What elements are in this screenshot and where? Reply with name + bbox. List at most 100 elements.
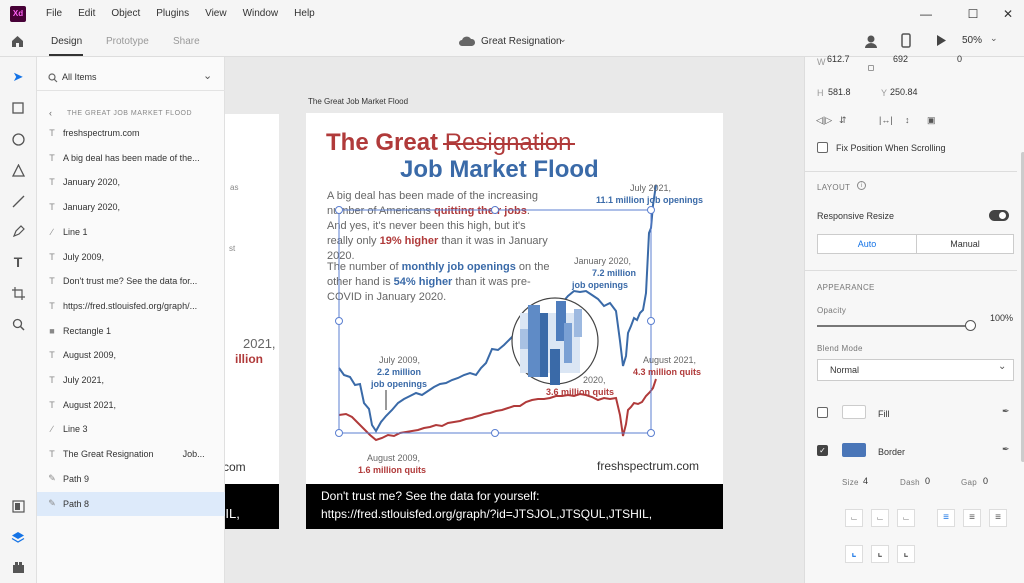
- tab-share[interactable]: Share: [173, 36, 200, 47]
- select-tool-icon[interactable]: ➤: [10, 69, 26, 85]
- info-icon[interactable]: i: [857, 181, 866, 190]
- back-chevron-icon[interactable]: ‹: [49, 108, 52, 118]
- canvas[interactable]: as st 2021, illion n.com HIL, The Great …: [225, 57, 804, 583]
- menu-object[interactable]: Object: [111, 8, 140, 19]
- ellipse-tool-icon[interactable]: [10, 131, 26, 147]
- menu-bar: Xd File Edit Object Plugins View Window …: [0, 0, 1024, 27]
- partial-artboard[interactable]: as st 2021, illion n.com HIL,: [225, 114, 279, 529]
- stroke-outside-icon[interactable]: ≡: [989, 509, 1007, 527]
- border-swatch[interactable]: [842, 443, 866, 457]
- stroke-cap-butt-icon[interactable]: ⌙: [845, 509, 863, 527]
- layer-item-label: January 2020,: [63, 202, 121, 213]
- assets-icon[interactable]: [10, 498, 26, 514]
- text-layer-icon: T: [49, 399, 55, 410]
- layer-item[interactable]: Tfreshspectrum.com: [37, 121, 225, 145]
- minimize-icon[interactable]: —: [906, 0, 946, 27]
- layer-filter[interactable]: All Items: [62, 72, 97, 82]
- tab-design[interactable]: Design: [51, 36, 82, 47]
- layer-item[interactable]: ∕ Line 3: [37, 417, 225, 441]
- fill-swatch[interactable]: [842, 405, 866, 419]
- layer-item[interactable]: T Don't trust me? See the data for...: [37, 269, 225, 293]
- zoom-level[interactable]: 50%: [962, 35, 982, 46]
- join-round-icon[interactable]: ⌞: [871, 545, 889, 563]
- h-label: H: [817, 88, 824, 98]
- h-value[interactable]: 581.8: [828, 87, 851, 97]
- plugins-icon[interactable]: [10, 559, 26, 575]
- flip-horizontal-icon[interactable]: ◁|▷: [816, 115, 832, 126]
- tab-prototype[interactable]: Prototype: [106, 36, 149, 47]
- auto-option[interactable]: Auto: [818, 235, 916, 253]
- layer-item[interactable]: T January 2020,: [37, 170, 225, 194]
- menu-plugins[interactable]: Plugins: [156, 8, 189, 19]
- lock-ratio-icon[interactable]: [868, 65, 874, 71]
- layer-item[interactable]: T January 2020,: [37, 195, 225, 219]
- layer-item[interactable]: ■ Rectangle 1: [37, 319, 225, 343]
- stroke-inside-icon[interactable]: ≡: [937, 509, 955, 527]
- close-icon[interactable]: ✕: [988, 0, 1024, 27]
- artboard-tool-icon[interactable]: [10, 285, 26, 301]
- layer-item[interactable]: T A big deal has been made of the...: [37, 146, 225, 170]
- layers-icon[interactable]: [10, 529, 26, 545]
- opacity-slider-handle[interactable]: [965, 320, 976, 331]
- size-value[interactable]: 4: [863, 476, 868, 486]
- maximize-icon[interactable]: ☐: [953, 0, 993, 27]
- layer-item[interactable]: T July 2009,: [37, 245, 225, 269]
- rectangle-tool-icon[interactable]: [10, 100, 26, 116]
- document-title[interactable]: Great Resignation: [481, 36, 562, 47]
- eyedropper-icon[interactable]: ✒: [1002, 444, 1010, 455]
- stroke-cap-square-icon[interactable]: ⌙: [897, 509, 915, 527]
- stroke-center-icon[interactable]: ≡: [963, 509, 981, 527]
- join-bevel-icon[interactable]: ⌞: [897, 545, 915, 563]
- main-artboard[interactable]: The Great Resignation Job Market Flood A…: [306, 113, 723, 529]
- distribute-horizontal-icon[interactable]: |↔|: [879, 115, 893, 125]
- home-icon[interactable]: [10, 34, 25, 49]
- flip-vertical-icon[interactable]: ⇵: [839, 115, 847, 126]
- layer-item[interactable]: Thttps://fred.stlouisfed.org/graph/...: [37, 294, 225, 318]
- stroke-cap-round-icon[interactable]: ⌙: [871, 509, 889, 527]
- layer-item-label: August 2021,: [63, 399, 117, 410]
- opacity-value[interactable]: 100%: [990, 313, 1013, 323]
- play-icon[interactable]: [935, 34, 947, 47]
- responsive-resize-toggle[interactable]: [989, 210, 1009, 221]
- pen-tool-icon[interactable]: [10, 223, 26, 239]
- align-grid-icon[interactable]: ▣: [927, 115, 936, 126]
- chevron-down-icon[interactable]: ⌄: [559, 34, 567, 45]
- y-value[interactable]: 250.84: [890, 87, 918, 97]
- line-tool-icon[interactable]: [10, 193, 26, 209]
- layer-item[interactable]: T August 2021,: [37, 393, 225, 417]
- layer-item[interactable]: T The Great Resignation Job...: [37, 442, 225, 466]
- opacity-slider[interactable]: [817, 325, 970, 327]
- text-tool-icon[interactable]: T: [10, 254, 26, 270]
- menu-edit[interactable]: Edit: [78, 8, 95, 19]
- zoom-tool-icon[interactable]: [10, 316, 26, 332]
- height-top-value[interactable]: 692: [893, 54, 908, 64]
- device-preview-icon[interactable]: [901, 33, 911, 48]
- menu-file[interactable]: File: [46, 8, 62, 19]
- dash-value[interactable]: 0: [925, 476, 930, 486]
- menu-view[interactable]: View: [205, 8, 227, 19]
- layer-item[interactable]: ✎ Path 8: [37, 491, 225, 516]
- zoom-chevron-icon[interactable]: ⌄: [990, 33, 998, 44]
- blend-mode-select[interactable]: Normal ⌄: [817, 359, 1014, 381]
- polygon-tool-icon[interactable]: [10, 162, 26, 178]
- fill-checkbox[interactable]: [817, 407, 828, 418]
- gap-value[interactable]: 0: [983, 476, 988, 486]
- layer-item[interactable]: T August 2009,: [37, 343, 225, 367]
- manual-option[interactable]: Manual: [917, 235, 1013, 253]
- rotation-value[interactable]: 0: [957, 54, 962, 64]
- layer-item[interactable]: ✎ Path 9: [37, 467, 225, 491]
- width-value[interactable]: 612.7: [827, 54, 850, 64]
- border-checkbox[interactable]: ✓: [817, 445, 828, 456]
- artboard-label[interactable]: The Great Job Market Flood: [308, 97, 408, 106]
- menu-window[interactable]: Window: [243, 8, 279, 19]
- join-miter-icon[interactable]: ⌞: [845, 545, 863, 563]
- fix-position-checkbox[interactable]: [817, 142, 828, 153]
- distribute-vertical-icon[interactable]: ↕: [905, 115, 910, 125]
- filter-chevron-icon[interactable]: ⌄: [203, 69, 212, 82]
- user-icon[interactable]: [864, 34, 878, 48]
- active-tab-indicator: [49, 54, 83, 56]
- layer-item[interactable]: T July 2021,: [37, 368, 225, 392]
- menu-help[interactable]: Help: [294, 8, 315, 19]
- eyedropper-icon[interactable]: ✒: [1002, 406, 1010, 417]
- layer-item[interactable]: ∕ Line 1: [37, 220, 225, 244]
